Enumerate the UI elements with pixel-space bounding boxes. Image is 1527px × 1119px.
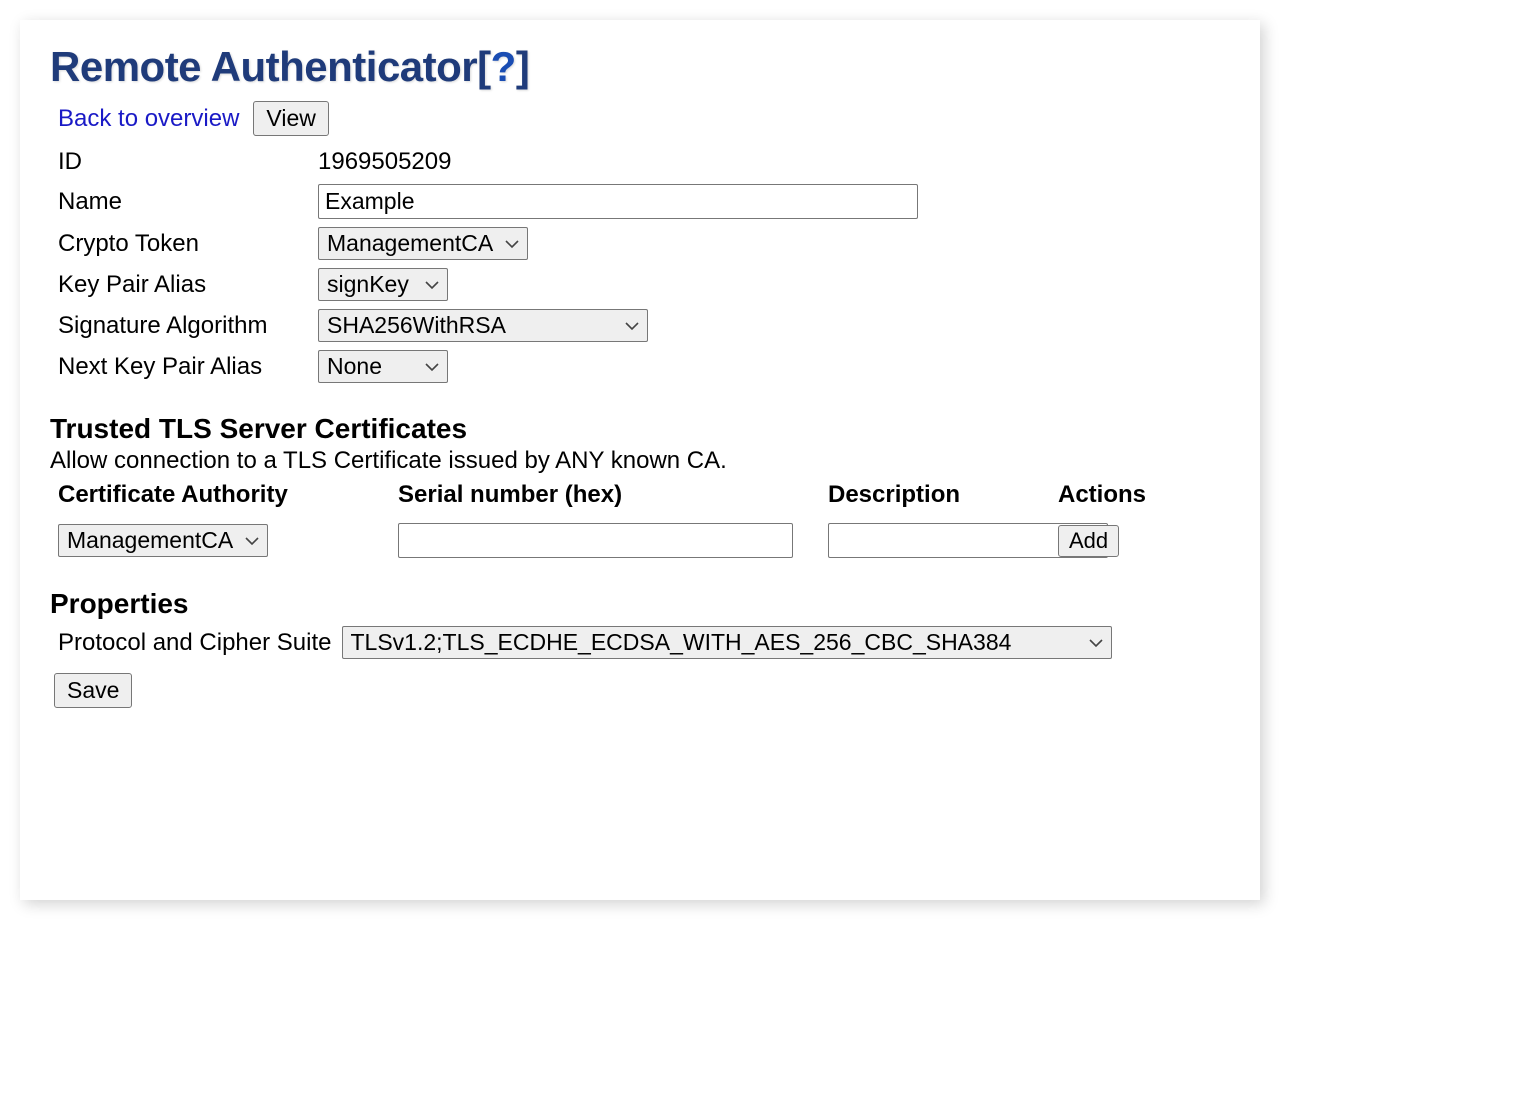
col-header-ca: Certificate Authority (58, 481, 398, 509)
next-key-pair-alias-label: Next Key Pair Alias (58, 353, 318, 381)
tls-table: Certificate Authority Serial number (hex… (58, 481, 1230, 558)
row-id: ID 1969505209 (58, 148, 1230, 176)
col-header-description: Description (828, 481, 1058, 509)
tls-ca-value: ManagementCA (67, 527, 233, 554)
form-rows: ID 1969505209 Name Crypto Token Manageme… (58, 148, 1230, 383)
top-row: Back to overview View (58, 101, 1230, 136)
signature-algorithm-value: SHA256WithRSA (327, 312, 506, 339)
help-bracket-close: ] (516, 43, 530, 90)
col-header-actions: Actions (1058, 481, 1188, 509)
tls-header-row: Certificate Authority Serial number (hex… (58, 481, 1230, 509)
serial-number-input[interactable] (398, 523, 793, 558)
title-text: Remote Authenticator (50, 43, 477, 90)
tls-input-row: ManagementCA Add (58, 523, 1230, 558)
key-pair-alias-value: signKey (327, 271, 409, 298)
protocol-cipher-value: TLSv1.2;TLS_ECDHE_ECDSA_WITH_AES_256_CBC… (351, 629, 1012, 656)
signature-algorithm-label: Signature Algorithm (58, 312, 318, 340)
tls-ca-select[interactable]: ManagementCA (58, 524, 268, 557)
name-input[interactable] (318, 184, 918, 219)
tls-heading: Trusted TLS Server Certificates (50, 413, 1230, 445)
col-header-serial: Serial number (hex) (398, 481, 828, 509)
help-bracket-open: [ (477, 43, 491, 90)
chevron-down-icon (625, 321, 639, 331)
crypto-token-select[interactable]: ManagementCA (318, 227, 528, 260)
view-button[interactable]: View (253, 101, 328, 136)
name-label: Name (58, 188, 318, 216)
page-title: Remote Authenticator[?] (50, 43, 1230, 91)
key-pair-alias-label: Key Pair Alias (58, 271, 318, 299)
protocol-cipher-select[interactable]: TLSv1.2;TLS_ECDHE_ECDSA_WITH_AES_256_CBC… (342, 626, 1112, 659)
chevron-down-icon (505, 239, 519, 249)
properties-heading: Properties (50, 588, 1230, 620)
row-next-key-pair-alias: Next Key Pair Alias None (58, 350, 1230, 383)
id-label: ID (58, 148, 318, 176)
id-value: 1969505209 (318, 148, 451, 176)
protocol-cipher-label: Protocol and Cipher Suite (58, 629, 332, 657)
add-button[interactable]: Add (1058, 525, 1119, 557)
row-crypto-token: Crypto Token ManagementCA (58, 227, 1230, 260)
next-key-pair-alias-value: None (327, 353, 382, 380)
save-row: Save (54, 673, 1230, 708)
row-protocol-cipher: Protocol and Cipher Suite TLSv1.2;TLS_EC… (58, 626, 1230, 659)
key-pair-alias-select[interactable]: signKey (318, 268, 448, 301)
next-key-pair-alias-select[interactable]: None (318, 350, 448, 383)
back-to-overview-link[interactable]: Back to overview (58, 105, 239, 133)
tls-subtext: Allow connection to a TLS Certificate is… (50, 447, 1230, 475)
crypto-token-value: ManagementCA (327, 230, 493, 257)
crypto-token-label: Crypto Token (58, 230, 318, 258)
main-panel: Remote Authenticator[?] Back to overview… (20, 20, 1260, 900)
chevron-down-icon (425, 362, 439, 372)
row-key-pair-alias: Key Pair Alias signKey (58, 268, 1230, 301)
chevron-down-icon (245, 536, 259, 546)
row-name: Name (58, 184, 1230, 219)
signature-algorithm-select[interactable]: SHA256WithRSA (318, 309, 648, 342)
chevron-down-icon (1089, 638, 1103, 648)
save-button[interactable]: Save (54, 673, 132, 708)
row-signature-algorithm: Signature Algorithm SHA256WithRSA (58, 309, 1230, 342)
help-link[interactable]: ? (491, 43, 516, 90)
chevron-down-icon (425, 280, 439, 290)
